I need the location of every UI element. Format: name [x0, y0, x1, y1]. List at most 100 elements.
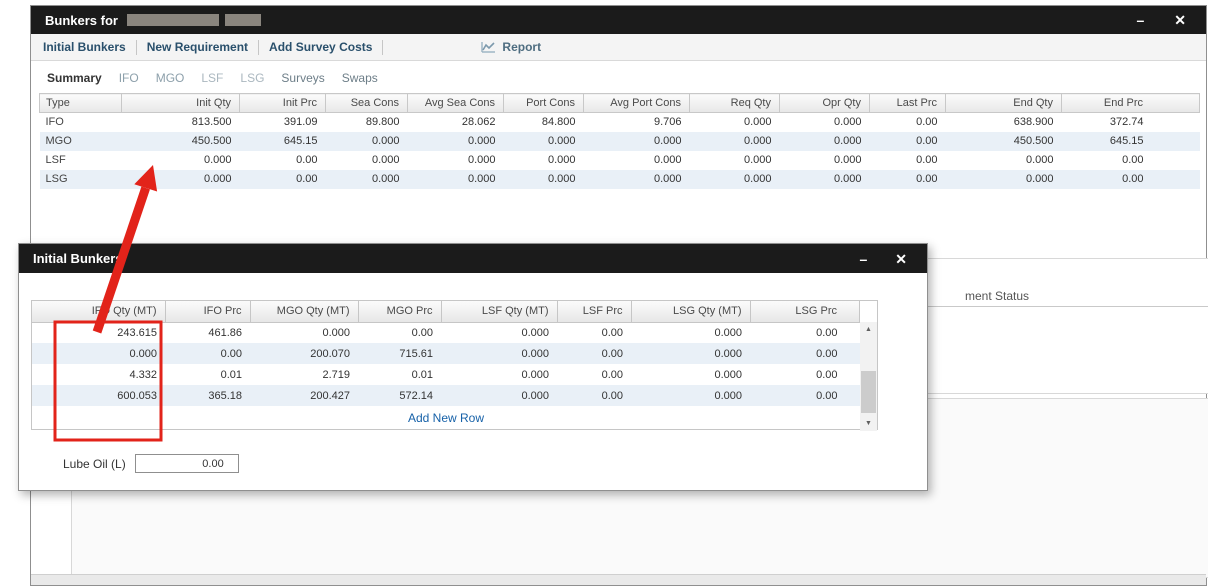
table-row[interactable]: 0.000 0.00 200.070 715.61 0.000 0.00 0.000 0.00 — [32, 343, 860, 364]
column-header[interactable]: LSF Qty (MT) — [441, 301, 558, 323]
vertical-scrollbar[interactable]: ▲ ▼ — [860, 322, 877, 431]
lube-oil-input[interactable] — [134, 454, 239, 473]
table-row[interactable]: LSG 0.000 0.00 0.000 0.000 0.000 0.000 0.000 0.0… — [39, 169, 1200, 189]
table-row[interactable]: MGO 450.500 645.15 0.000 0.000 0.000 0.000 0.00… — [39, 131, 1200, 151]
window-titlebar[interactable]: Bunkers for – ✕ — [31, 6, 1206, 34]
table-cell: 0.000 — [203, 154, 232, 166]
table-row[interactable]: IFO 813.500 391.09 89.800 28.062 84.800 9.706 0… — [40, 113, 1200, 132]
bunkers-grid: IFO Qty (MT) IFO Prc MGO Qty (MT) MGO Prc LS… — [31, 300, 878, 431]
table-cell[interactable]: 200.427 — [250, 385, 358, 406]
table-cell[interactable]: 0.00 — [557, 322, 631, 343]
column-header[interactable]: Type — [39, 93, 122, 113]
column-header[interactable]: LSF Prc — [557, 301, 632, 323]
table-cell: 391.09 — [283, 116, 318, 129]
column-header[interactable]: Last Prc — [869, 93, 946, 113]
table-cell[interactable]: 0.000 — [441, 364, 557, 385]
table-cell[interactable]: 600.053 — [32, 385, 165, 406]
table-cell: 0.000 — [467, 135, 496, 147]
tab-ifo[interactable]: IFO — [119, 71, 139, 85]
table-cell[interactable]: 0.00 — [557, 385, 631, 406]
tab-mgo[interactable]: MGO — [156, 71, 185, 85]
table-cell[interactable]: 0.000 — [32, 343, 165, 364]
table-row[interactable]: 243.615 461.86 0.000 0.00 0.000 0.00 0.000 0.00 — [32, 322, 860, 343]
table-cell: 0.00 — [916, 173, 938, 185]
column-header[interactable]: LSG Qty (MT) — [631, 301, 751, 323]
table-cell[interactable]: 0.00 — [165, 343, 250, 364]
add-survey-costs-button[interactable]: Add Survey Costs — [269, 40, 372, 54]
table-cell[interactable]: 0.00 — [557, 364, 631, 385]
column-header[interactable]: IFO Qty (MT) — [32, 301, 166, 323]
dialog-close-icon[interactable]: ✕ — [895, 252, 907, 266]
table-cell[interactable]: 0.000 — [631, 322, 750, 343]
tab-summary[interactable]: Summary — [47, 71, 102, 85]
dialog-minimize-icon[interactable]: – — [859, 252, 867, 266]
table-cell: 0.00 — [1122, 173, 1144, 185]
report-button[interactable]: Report — [481, 40, 541, 54]
table-cell[interactable]: 0.000 — [250, 322, 358, 343]
table-cell[interactable]: 0.000 — [441, 322, 557, 343]
tab-lsf[interactable]: LSF — [201, 71, 223, 85]
initial-bunkers-button[interactable]: Initial Bunkers — [43, 40, 126, 54]
scroll-up-icon[interactable]: ▲ — [860, 322, 877, 337]
table-cell[interactable]: 0.00 — [750, 322, 860, 343]
table-cell[interactable]: 715.61 — [358, 343, 441, 364]
scrollbar-thumb[interactable] — [861, 371, 876, 413]
table-cell[interactable]: 0.000 — [631, 364, 750, 385]
add-new-row-link[interactable]: Add New Row — [32, 406, 860, 429]
tab-swaps[interactable]: Swaps — [342, 71, 378, 85]
initial-bunkers-dialog: Initial Bunkers – ✕ IFO Qty (MT) IFO Prc M… — [18, 243, 928, 491]
summary-table: Type Init Qty Init Prc Sea Cons Avg Sea Cons… — [39, 93, 1200, 189]
table-cell[interactable]: 0.01 — [358, 364, 441, 385]
table-cell[interactable]: 0.000 — [441, 385, 557, 406]
table-cell[interactable]: 0.01 — [165, 364, 250, 385]
table-cell[interactable]: 0.000 — [441, 343, 557, 364]
column-header[interactable]: LSG Prc — [750, 301, 860, 323]
table-cell[interactable]: 200.070 — [250, 343, 358, 364]
column-header[interactable]: Sea Cons — [325, 93, 408, 113]
column-header[interactable]: Init Qty — [121, 93, 240, 113]
table-cell[interactable]: 0.000 — [631, 385, 750, 406]
table-cell[interactable]: 461.86 — [165, 322, 250, 343]
table-cell[interactable]: 4.332 — [32, 364, 165, 385]
table-cell: LSG — [45, 173, 68, 185]
close-icon[interactable]: ✕ — [1174, 13, 1186, 27]
column-header[interactable]: Avg Port Cons — [583, 93, 690, 113]
scrollbar-track[interactable] — [860, 337, 877, 416]
table-cell[interactable]: 572.14 — [358, 385, 441, 406]
table-cell: LSF — [45, 154, 66, 166]
redacted-voyage-number — [224, 14, 261, 26]
table-cell[interactable]: 0.00 — [557, 343, 631, 364]
table-cell[interactable]: 0.000 — [631, 343, 750, 364]
scroll-down-icon[interactable]: ▼ — [860, 416, 877, 431]
column-header[interactable]: Init Prc — [239, 93, 326, 113]
tab-surveys[interactable]: Surveys — [281, 71, 324, 85]
column-header[interactable]: Req Qty — [689, 93, 780, 113]
new-requirement-button[interactable]: New Requirement — [147, 40, 248, 54]
table-cell[interactable]: 0.00 — [358, 322, 441, 343]
column-header[interactable]: MGO Qty (MT) — [250, 301, 359, 323]
table-cell[interactable]: 243.615 — [32, 322, 165, 343]
dialog-titlebar[interactable]: Initial Bunkers – ✕ — [19, 244, 927, 273]
toolbar-divider — [258, 39, 260, 55]
column-header[interactable]: MGO Prc — [358, 301, 442, 323]
tab-lsg[interactable]: LSG — [240, 71, 264, 85]
column-header[interactable]: IFO Prc — [165, 301, 251, 323]
minimize-icon[interactable]: – — [1136, 13, 1144, 27]
table-cell[interactable]: 0.00 — [750, 343, 860, 364]
table-cell[interactable]: 365.18 — [165, 385, 250, 406]
table-cell: 89.800 — [365, 116, 400, 129]
column-header[interactable]: End Prc — [1061, 93, 1200, 113]
table-cell: 0.000 — [371, 173, 400, 185]
table-row[interactable]: 4.332 0.01 2.719 0.01 0.000 0.00 0.000 0.00 — [32, 364, 860, 385]
table-row[interactable]: 600.053 365.18 200.427 572.14 0.000 0.00 0.000… — [32, 385, 860, 406]
table-cell: 0.000 — [833, 116, 862, 129]
column-header[interactable]: Port Cons — [503, 93, 584, 113]
table-row[interactable]: LSF 0.000 0.00 0.000 0.000 0.000 0.000 0.000 0.0… — [40, 151, 1200, 170]
table-cell: 638.900 — [1013, 116, 1054, 129]
table-cell[interactable]: 0.00 — [750, 385, 860, 406]
column-header[interactable]: Opr Qty — [779, 93, 870, 113]
table-cell[interactable]: 0.00 — [750, 364, 860, 385]
table-cell[interactable]: 2.719 — [250, 364, 358, 385]
column-header[interactable]: End Qty — [945, 93, 1062, 113]
column-header[interactable]: Avg Sea Cons — [407, 93, 504, 113]
